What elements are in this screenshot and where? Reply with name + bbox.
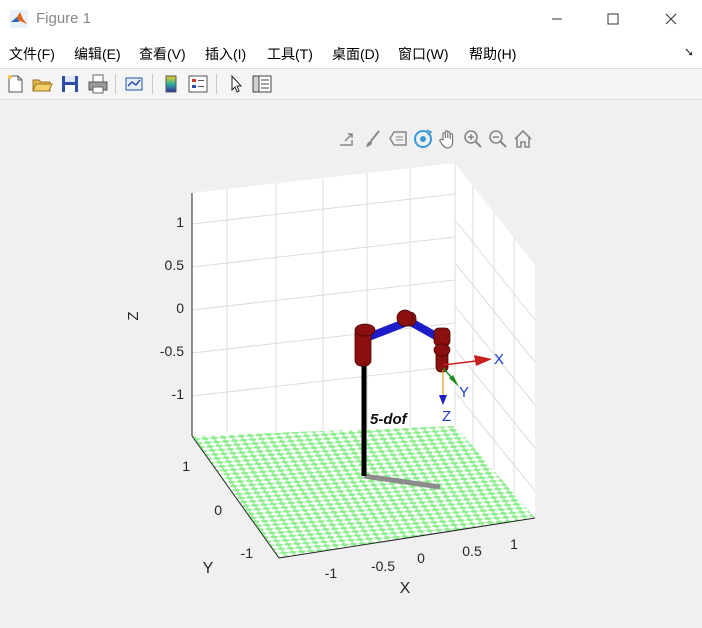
z-tick-label: -0.5	[160, 343, 184, 359]
property-inspector-icon[interactable]	[251, 73, 273, 95]
toolbar-separator	[115, 74, 116, 94]
menu-insert[interactable]: 插入(I)	[205, 44, 246, 64]
insert-colorbar-icon[interactable]	[160, 73, 182, 95]
x-tick-label: 0.5	[462, 543, 482, 559]
toolbar-separator	[216, 74, 217, 94]
menu-bar: 文件(F) 编辑(E) 查看(V) 插入(I) 工具(T) 桌面(D) 窗口(W…	[0, 38, 702, 69]
edit-plot-pointer-icon[interactable]	[225, 73, 247, 95]
y-axis-label: Y	[203, 560, 214, 577]
menu-edit[interactable]: 编辑(E)	[74, 44, 121, 64]
figure-canvas: 1 0.5 0 -0.5 -1 Z 1 0 -1 Y -1 -0.5 0 0.5…	[0, 100, 702, 628]
close-icon	[665, 13, 677, 25]
menu-desktop[interactable]: 桌面(D)	[332, 44, 379, 64]
close-button[interactable]	[644, 0, 698, 38]
z-tick-label: 1	[176, 214, 184, 230]
x-tick-label: 1	[510, 536, 518, 552]
figure-window: Figure 1 文件(F) 编辑(E) 查看(V) 插入(I) 工具(T) 桌…	[0, 0, 702, 628]
figure-toolbar	[0, 69, 702, 100]
dock-arrow-icon[interactable]: ➘	[684, 45, 694, 59]
window-title: Figure 1	[36, 10, 92, 27]
y-tick-label: 1	[182, 458, 190, 474]
z-tick-labels: 1 0.5 0 -0.5 -1	[160, 214, 184, 402]
x-axis-label: X	[400, 580, 411, 597]
robot-joint	[433, 343, 451, 357]
x-tick-label: -1	[325, 565, 338, 581]
menu-help[interactable]: 帮助(H)	[469, 44, 516, 64]
robot-name-label: 5-dof	[370, 411, 409, 428]
insert-legend-icon[interactable]	[187, 73, 209, 95]
matlab-logo-icon	[10, 10, 28, 28]
y-tick-label: -1	[241, 545, 254, 561]
print-icon[interactable]	[87, 73, 109, 95]
maximize-button[interactable]	[586, 0, 640, 38]
x-tick-label: 0	[417, 550, 425, 566]
open-file-icon[interactable]	[31, 73, 53, 95]
maximize-icon	[607, 13, 619, 25]
y-tick-label: 0	[214, 502, 222, 518]
minimize-icon	[552, 18, 562, 20]
menu-view[interactable]: 查看(V)	[139, 44, 186, 64]
frame-z-label: Z	[442, 408, 451, 425]
robot-joint	[396, 309, 414, 327]
robot-joint	[354, 323, 376, 337]
z-tick-label: 0	[176, 300, 184, 316]
link-plot-icon[interactable]	[123, 73, 145, 95]
title-bar: Figure 1	[0, 0, 702, 38]
new-figure-icon[interactable]	[4, 73, 26, 95]
frame-x-label: X	[494, 351, 504, 368]
z-tick-label: -1	[172, 386, 185, 402]
robot-joint	[433, 327, 451, 347]
z-tick-label: 0.5	[165, 257, 185, 273]
menu-file[interactable]: 文件(F)	[9, 44, 55, 64]
toolbar-separator	[152, 74, 153, 94]
minimize-button[interactable]	[530, 0, 584, 38]
menu-window[interactable]: 窗口(W)	[398, 44, 449, 64]
menu-tools[interactable]: 工具(T)	[267, 44, 313, 64]
z-axis-label: Z	[125, 311, 142, 320]
x-tick-label: -0.5	[371, 558, 395, 574]
axes-3d[interactable]: 1 0.5 0 -0.5 -1 Z 1 0 -1 Y -1 -0.5 0 0.5…	[0, 100, 702, 628]
frame-y-label: Y	[459, 384, 469, 401]
save-icon[interactable]	[59, 73, 81, 95]
